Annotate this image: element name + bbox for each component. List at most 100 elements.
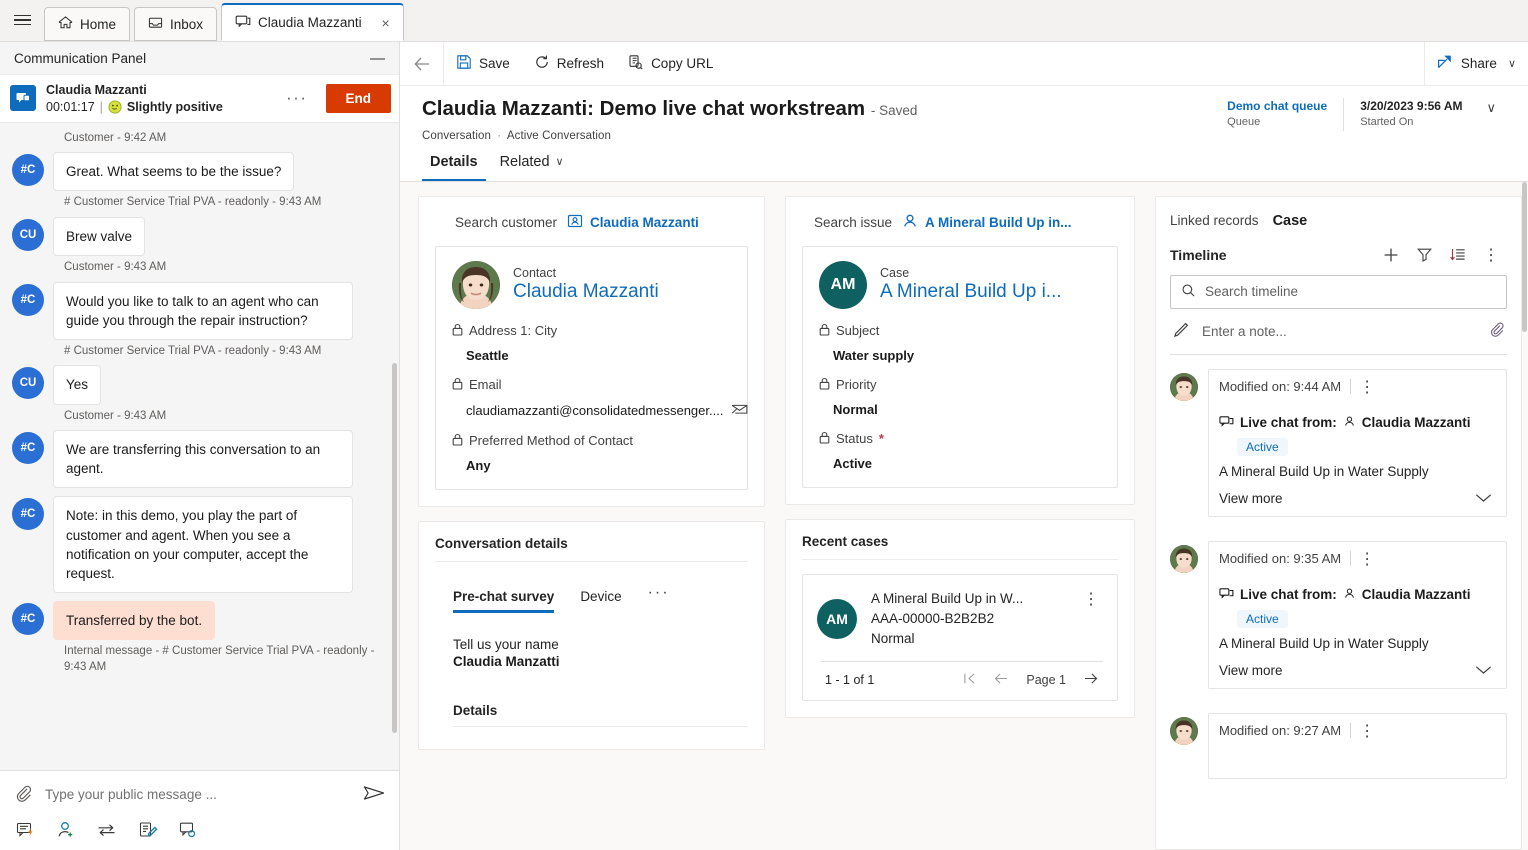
chevron-down-icon[interactable] [1475,491,1492,506]
refresh-button[interactable]: Refresh [522,42,616,86]
recent-cases-pager: 1 - 1 of 1 Page 1 [817,662,1107,690]
search-timeline-input[interactable] [1205,284,1496,300]
timeline-entry-from: Live chat from: Claudia Mazzanti [1219,586,1494,604]
form-tabs: Details Related ∨ [400,142,1528,182]
share-group: Share ∨ [1423,41,1528,86]
hamburger-icon[interactable] [0,0,44,41]
first-page-icon[interactable] [962,672,977,688]
copy-url-label: Copy URL [651,56,714,71]
case-entity-name[interactable]: A Mineral Build Up i... [880,281,1062,304]
chat-scrollbar[interactable] [392,362,397,733]
field-label-address-city: Address 1: City [452,323,731,339]
field-value-preferred-contact: Any [466,457,491,473]
tab-claudia-mazzanti[interactable]: Claudia Mazzanti × [221,3,404,41]
chat-transcript[interactable]: Customer - 9:42 AM #C Great. What seems … [0,122,399,770]
message-input[interactable] [45,781,351,808]
chat-message-list: Customer - 9:42 AM #C Great. What seems … [0,131,399,689]
previous-page-icon[interactable] [993,672,1010,688]
save-icon [456,54,472,73]
chevron-down-icon[interactable]: ∨ [1508,57,1516,70]
enter-note-placeholder[interactable]: Enter a note... [1202,324,1477,339]
recent-cases-title: Recent cases [802,533,889,549]
add-record-icon[interactable] [1374,246,1408,264]
issue-lookup-name[interactable]: A Mineral Build Up in... [925,215,1072,230]
minimize-icon[interactable]: — [370,51,385,66]
tab-inbox[interactable]: Inbox [134,7,218,41]
message-bubble: Would you like to talk to an agent who c… [53,281,353,340]
tab-home[interactable]: Home [44,7,131,41]
enter-note-row[interactable]: Enter a note... [1170,309,1507,355]
customer-lookup-name[interactable]: Claudia Mazzanti [590,215,699,230]
field-label-text: Subject [836,323,880,339]
more-commands-icon[interactable]: ⋮ [1075,589,1107,609]
more-commands-icon[interactable]: ⋮ [1351,721,1383,741]
contact-entity-name[interactable]: Claudia Mazzanti [513,281,659,304]
status-badge: Active [1237,437,1288,456]
field-label-text: Email [469,377,502,393]
avatar [1170,544,1198,573]
session-customer-name: Claudia Mazzanti [46,83,147,97]
timeline-entry-card[interactable]: Modified on: 9:35 AM ⋮ Live chat from: C… [1208,540,1507,689]
share-label: Share [1460,56,1497,71]
timeline-toolbar: Timeline ⋮ [1156,229,1521,265]
timeline-entry-card[interactable]: Modified on: 9:27 AM ⋮ [1208,712,1507,779]
send-icon[interactable] [363,783,385,806]
header-field-queue[interactable]: Demo chat queue Queue [1211,98,1343,131]
add-user-icon[interactable] [56,820,76,840]
customer-lookup-value[interactable]: Claudia Mazzanti [567,213,699,232]
tab-overflow-icon[interactable]: ··· [648,584,670,613]
main-scrollbar[interactable] [1522,181,1527,332]
timeline-item: Modified on: 9:44 AM ⋮ Live chat from: C… [1170,368,1507,517]
more-commands-icon[interactable]: ⋮ [1475,245,1507,265]
close-icon[interactable]: × [377,14,395,32]
timeline-item: Modified on: 9:35 AM ⋮ Live chat from: C… [1170,540,1507,689]
view-more-link[interactable]: View more [1219,491,1283,506]
timeline-entry-card[interactable]: Modified on: 9:44 AM ⋮ Live chat from: C… [1208,368,1507,517]
view-more-link[interactable]: View more [1219,663,1283,678]
recent-case-priority: Normal [871,631,915,647]
list-item[interactable]: AM A Mineral Build Up in W... AAA-00000-… [817,589,1107,650]
recent-case-title[interactable]: A Mineral Build Up in W... [871,589,1061,609]
tab-details[interactable]: Details [422,148,486,181]
header-chevron-down-icon[interactable]: ∨ [1478,98,1506,116]
header-field-queue-value[interactable]: Demo chat queue [1227,98,1327,115]
next-page-icon[interactable] [1082,672,1099,688]
field-label-subject: Subject [819,323,1101,339]
timeline-card: Linked records Case Timeline ⋮ Search ti… [1155,195,1522,850]
chevron-down-icon[interactable] [1475,663,1492,678]
pager-page-label: Page 1 [1026,673,1066,688]
tab-inbox-label: Inbox [170,16,204,32]
issue-lookup-value[interactable]: A Mineral Build Up in... [902,213,1072,232]
consult-icon[interactable] [178,820,198,840]
end-session-button[interactable]: End [325,83,391,113]
avatar: #C [12,154,44,187]
transfer-icon[interactable] [96,820,118,840]
share-button[interactable]: Share ∨ [1425,42,1528,86]
tab-pre-chat-survey[interactable]: Pre-chat survey [453,589,555,613]
case-entity-kind: Case [880,265,910,280]
paperclip-icon[interactable] [1489,321,1505,341]
person-icon [1343,415,1356,431]
more-commands-icon[interactable]: ⋮ [1351,549,1383,569]
record-header: Claudia Mazzanti: Demo live chat workstr… [400,86,1528,142]
timeline-item: Modified on: 9:27 AM ⋮ [1170,712,1507,779]
message-stamp: Customer - 9:43 AM [64,261,167,274]
tab-related[interactable]: Related ∨ [492,148,572,181]
conversation-details-tabs: Pre-chat survey Device ··· [419,562,764,613]
session-more-icon[interactable]: ··· [278,88,315,108]
sort-icon[interactable] [1441,246,1475,263]
filter-icon[interactable] [1408,246,1441,263]
tab-device[interactable]: Device [580,589,621,613]
copy-url-button[interactable]: Copy URL [616,42,725,86]
quick-replies-icon[interactable] [16,820,36,840]
person-icon [1343,587,1356,603]
more-commands-icon[interactable]: ⋮ [1351,377,1383,397]
linked-records-label[interactable]: Linked records [1170,213,1259,228]
save-button[interactable]: Save [444,42,522,86]
back-arrow-icon[interactable] [400,41,444,86]
chevron-down-icon[interactable]: ∨ [556,155,564,168]
paperclip-icon[interactable] [14,784,33,806]
notes-icon[interactable] [138,820,158,840]
search-timeline-box[interactable] [1170,274,1507,309]
email-icon[interactable] [731,402,748,419]
